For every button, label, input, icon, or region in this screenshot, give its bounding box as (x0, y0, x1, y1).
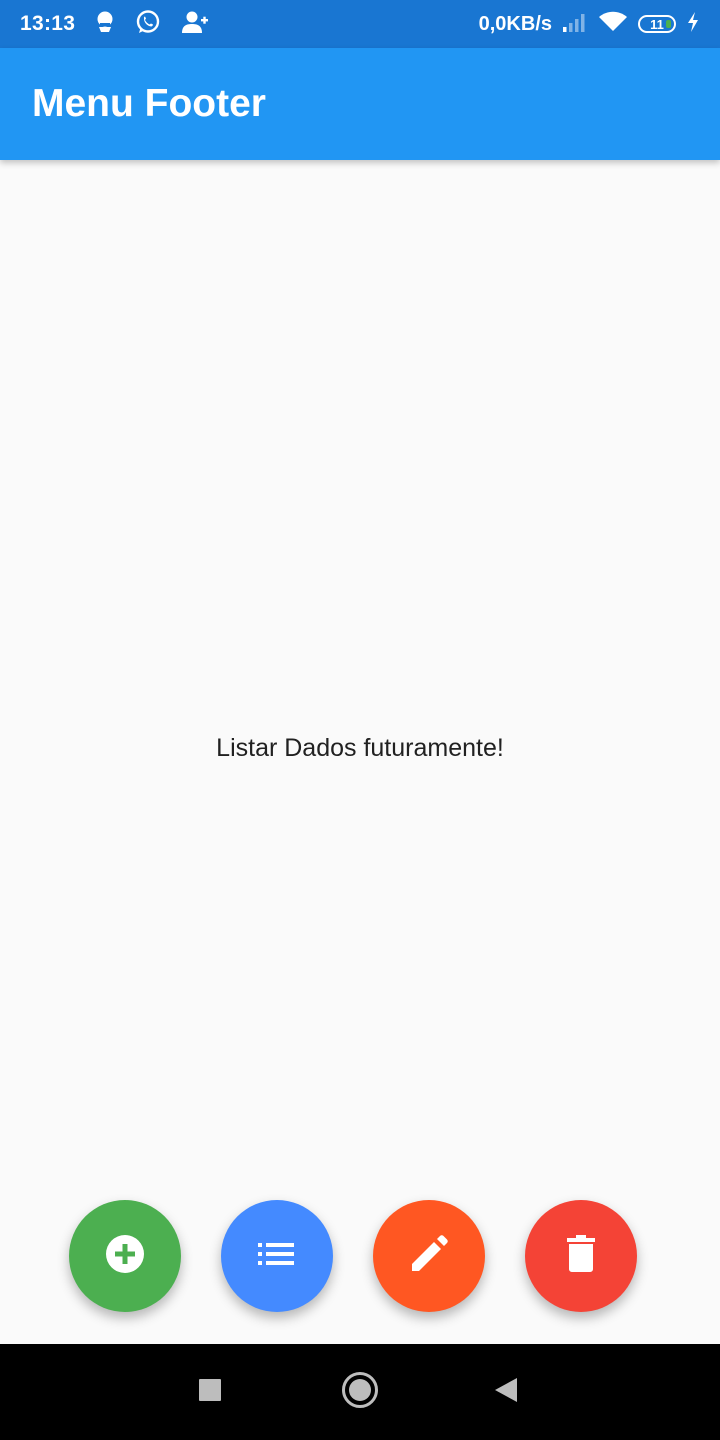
battery-icon: 11 (638, 15, 676, 33)
whatsapp-icon (135, 9, 161, 40)
status-bar: 13:13 0,0KB/s 11 (0, 0, 720, 48)
wifi-icon (598, 11, 628, 38)
home-icon (341, 1371, 379, 1414)
battery-level: 11 (650, 16, 664, 32)
status-time: 13:13 (20, 12, 76, 35)
placeholder-message: Listar Dados futuramente! (216, 734, 504, 762)
list-button[interactable] (221, 1200, 333, 1312)
notification-icon (95, 10, 115, 39)
recents-button[interactable] (162, 1344, 258, 1440)
edit-button[interactable] (373, 1200, 485, 1312)
app-bar: Menu Footer (0, 48, 720, 160)
status-left-group: 13:13 (20, 9, 209, 40)
trash-icon (566, 1234, 596, 1278)
add-circle-icon (104, 1233, 146, 1280)
battery-fill (666, 20, 671, 28)
network-speed: 0,0KB/s (478, 12, 552, 35)
add-button[interactable] (69, 1200, 181, 1312)
status-right-group: 0,0KB/s 11 (479, 11, 700, 38)
signal-icon (562, 11, 588, 38)
edit-pencil-icon (409, 1234, 449, 1279)
home-button[interactable] (312, 1344, 408, 1440)
recents-icon (198, 1378, 222, 1407)
person-add-icon (181, 9, 209, 40)
charging-icon (686, 11, 700, 38)
delete-button[interactable] (525, 1200, 637, 1312)
back-button[interactable] (458, 1344, 554, 1440)
navigation-bar (0, 1344, 720, 1440)
back-icon (493, 1376, 519, 1409)
list-icon (257, 1241, 297, 1272)
page-title: Menu Footer (32, 82, 266, 125)
